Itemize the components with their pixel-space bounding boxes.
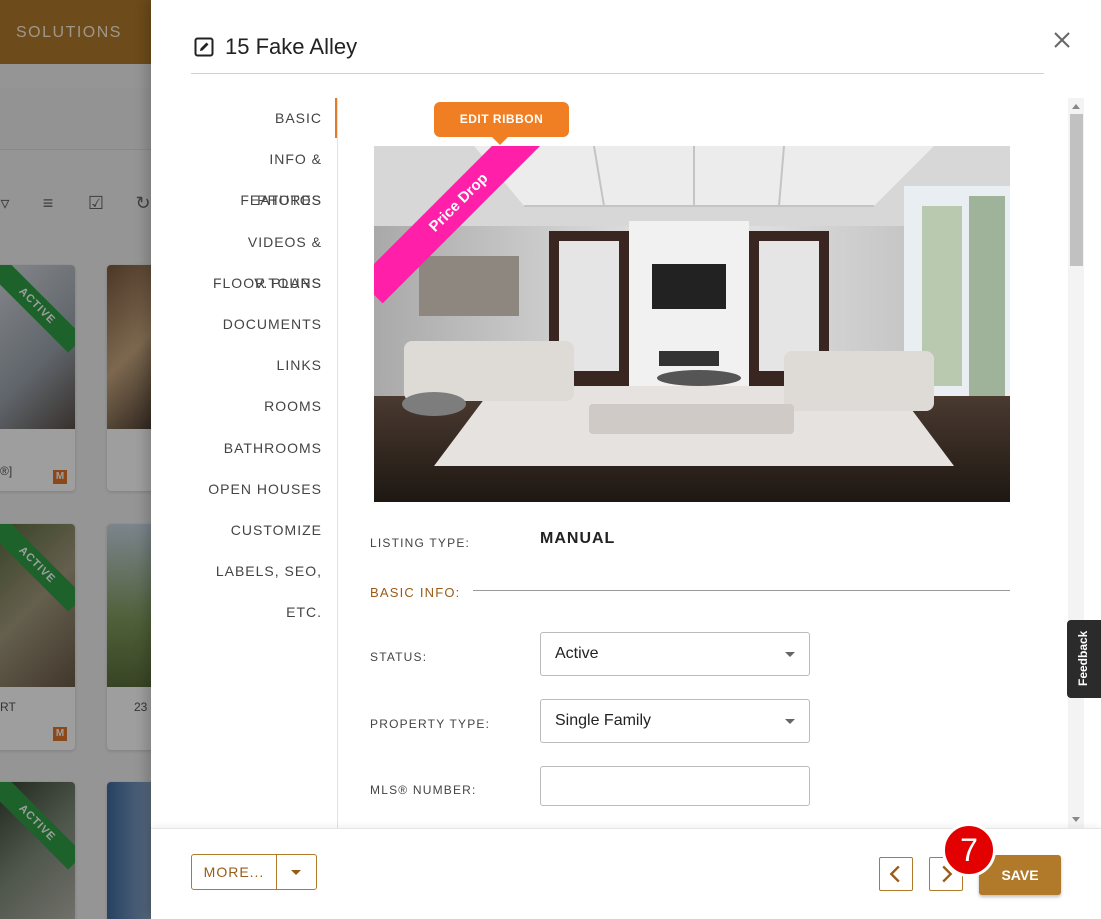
- nav-videos-tours[interactable]: VIDEOS & V.TOURS: [191, 222, 338, 291]
- nav-floor-plans[interactable]: FLOOR PLANS: [191, 263, 338, 304]
- status-select[interactable]: Active: [540, 632, 810, 676]
- nav-labels-seo[interactable]: LABELS, SEO, ETC.: [191, 551, 338, 620]
- listing-hero-photo: Price Drop: [374, 146, 1010, 502]
- property-type-select[interactable]: Single Family: [540, 699, 810, 743]
- scroll-down-icon[interactable]: [1072, 817, 1080, 822]
- mls-label: MLS® NUMBER:: [370, 783, 477, 797]
- basic-info-label: BASIC INFO:: [370, 585, 461, 600]
- section-divider: [473, 590, 1010, 591]
- property-type-value: Single Family: [555, 712, 652, 729]
- nav-links[interactable]: LINKS: [191, 345, 338, 386]
- nav-rooms[interactable]: ROOMS: [191, 386, 338, 427]
- nav-info-features[interactable]: INFO & FEATURES: [191, 139, 338, 208]
- content-scrollbar[interactable]: [1068, 98, 1084, 828]
- feedback-tab[interactable]: Feedback: [1067, 620, 1101, 698]
- side-nav: BASIC INFO & FEATURES PHOTOS VIDEOS & V.…: [191, 98, 338, 620]
- edit-ribbon-button[interactable]: EDIT RIBBON: [434, 102, 569, 145]
- nav-open-houses[interactable]: OPEN HOUSES: [191, 469, 338, 510]
- modal-header: 15 Fake Alley: [191, 24, 1044, 74]
- more-dropdown-button[interactable]: [276, 854, 317, 890]
- mls-number-field[interactable]: [540, 766, 810, 806]
- modal-footer: MORE... SAVE 7: [151, 823, 1101, 919]
- nav-bathrooms[interactable]: BATHROOMS: [191, 428, 338, 469]
- scroll-up-icon[interactable]: [1072, 104, 1080, 109]
- chevron-down-icon: [785, 719, 795, 724]
- status-label: STATUS:: [370, 650, 428, 664]
- modal-title: 15 Fake Alley: [225, 34, 358, 59]
- edit-icon: [194, 37, 214, 57]
- listing-type-row: LISTING TYPE:: [370, 534, 470, 552]
- nav-photos[interactable]: PHOTOS: [191, 180, 338, 221]
- nav-active-indicator: [335, 98, 337, 138]
- scrollbar-thumb[interactable]: [1070, 114, 1083, 266]
- feedback-label: Feedback: [1076, 630, 1090, 686]
- property-type-row: PROPERTY TYPE:: [370, 715, 490, 733]
- status-value: Active: [555, 645, 599, 662]
- close-icon[interactable]: [1050, 28, 1074, 52]
- listing-type-value: MANUAL: [540, 530, 616, 547]
- edit-listing-modal: 15 Fake Alley BASIC INFO & FEATURES PHOT…: [151, 0, 1101, 919]
- nav-customize[interactable]: CUSTOMIZE: [191, 510, 338, 551]
- listing-type-label: LISTING TYPE:: [370, 536, 471, 550]
- chevron-down-icon: [785, 652, 795, 657]
- status-row: STATUS:: [370, 648, 427, 666]
- nav-basic[interactable]: BASIC: [191, 98, 338, 139]
- nav-documents[interactable]: DOCUMENTS: [191, 304, 338, 345]
- mls-row: MLS® NUMBER:: [370, 781, 477, 799]
- previous-listing-button[interactable]: [879, 857, 913, 891]
- basic-info-section: BASIC INFO:: [370, 584, 461, 602]
- basic-panel: EDIT RIBBON Price Drop LISTING TYPE: MAN…: [338, 98, 1068, 828]
- property-type-label: PROPERTY TYPE:: [370, 717, 491, 731]
- modal-backdrop[interactable]: [0, 0, 151, 919]
- step-number-badge: 7: [942, 823, 996, 877]
- more-button[interactable]: MORE...: [191, 854, 277, 890]
